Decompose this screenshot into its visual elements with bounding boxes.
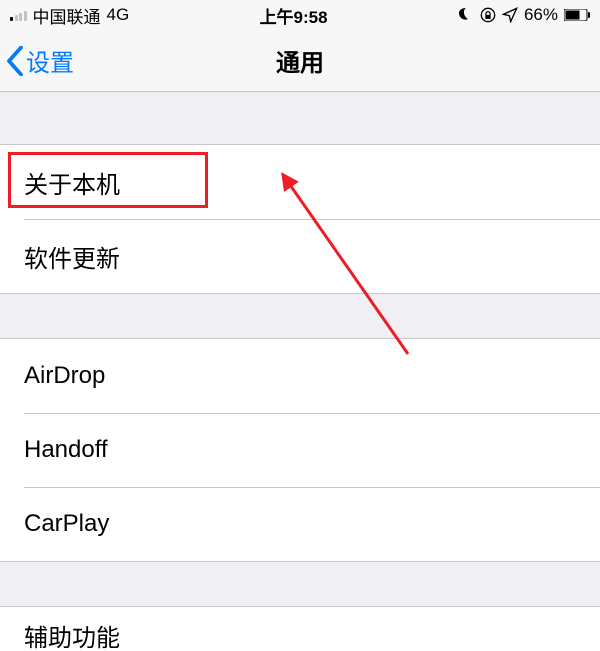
row-accessibility-partial[interactable]: 辅助功能	[0, 606, 600, 651]
nav-bar: 设置 通用	[0, 30, 600, 92]
status-bar: 中国联通 4G 上午9:58 66%	[0, 0, 600, 30]
list-section-2: AirDrop Handoff CarPlay	[0, 338, 600, 562]
list-section-1: 关于本机 软件更新	[0, 144, 600, 294]
row-label: Handoff	[24, 436, 108, 464]
chevron-left-icon	[6, 46, 24, 76]
section-gap	[0, 562, 600, 606]
back-button[interactable]: 设置	[6, 30, 74, 91]
carrier-label: 中国联通	[33, 3, 101, 28]
status-right: 66%	[458, 5, 590, 25]
lock-rotation-icon	[480, 7, 496, 23]
battery-icon	[564, 9, 590, 21]
battery-percent: 66%	[524, 5, 558, 25]
section-gap	[0, 92, 600, 144]
row-label: 辅助功能	[24, 618, 120, 651]
row-label: AirDrop	[24, 362, 105, 390]
row-label: 关于本机	[24, 165, 120, 200]
row-label: 软件更新	[24, 239, 120, 274]
location-icon	[502, 7, 518, 23]
moon-icon	[458, 7, 474, 23]
row-airdrop[interactable]: AirDrop	[0, 339, 600, 413]
status-left: 中国联通 4G	[10, 3, 129, 28]
row-label: CarPlay	[24, 510, 109, 538]
signal-icon	[10, 9, 27, 21]
row-handoff[interactable]: Handoff	[0, 413, 600, 487]
back-label: 设置	[26, 43, 74, 78]
row-carplay[interactable]: CarPlay	[0, 487, 600, 561]
section-gap	[0, 294, 600, 338]
network-label: 4G	[107, 5, 130, 25]
row-about[interactable]: 关于本机	[0, 145, 600, 219]
row-software-update[interactable]: 软件更新	[0, 219, 600, 293]
page-title: 通用	[276, 43, 324, 78]
status-time: 上午9:58	[260, 3, 328, 28]
